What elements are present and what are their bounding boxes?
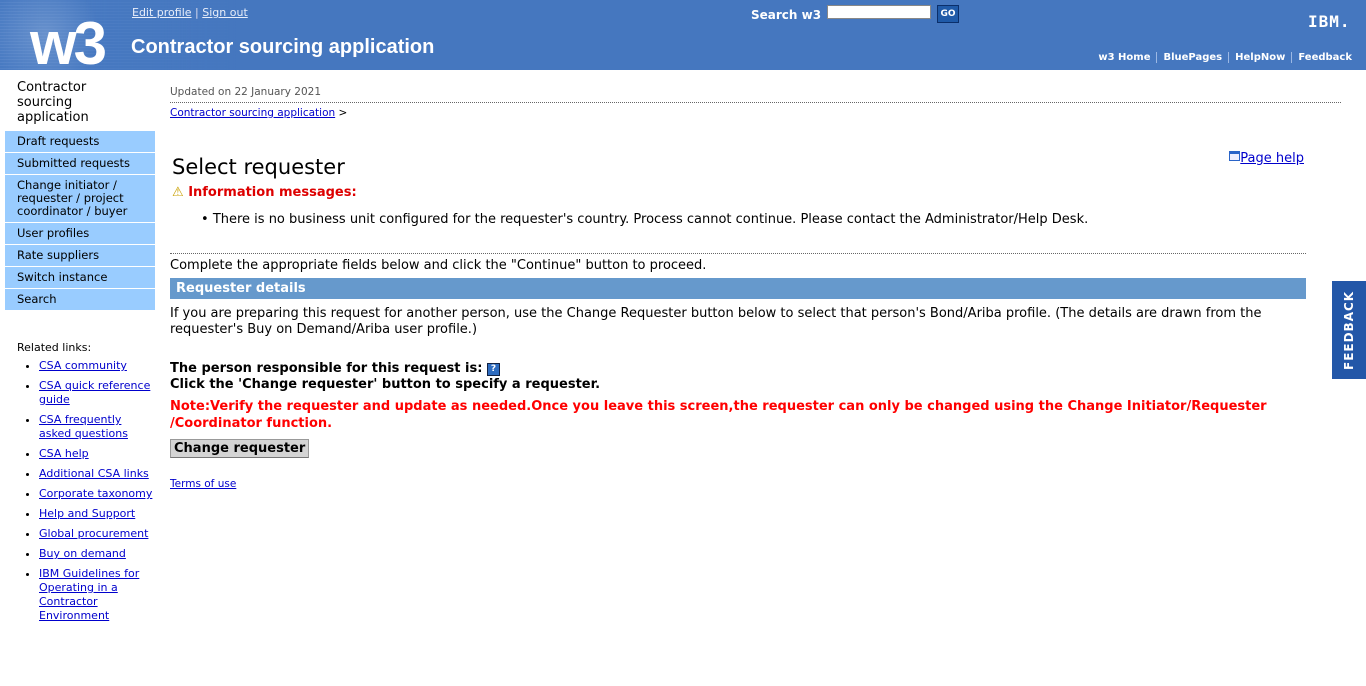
- nav-feedback[interactable]: Feedback: [1291, 52, 1358, 63]
- feedback-tab[interactable]: FEEDBACK: [1332, 281, 1366, 379]
- sign-out-link[interactable]: Sign out: [202, 6, 248, 19]
- masthead-nav: w3 Home BluePages HelpNow Feedback: [1092, 52, 1358, 63]
- information-messages-header: ⚠ Information messages:: [172, 185, 1341, 200]
- breadcrumb-separator: >: [338, 107, 348, 119]
- search-input[interactable]: [827, 5, 932, 19]
- breadcrumb-link[interactable]: Contractor sourcing application: [170, 107, 335, 119]
- profile-links: Edit profile | Sign out: [132, 6, 248, 19]
- updated-date: Updated on 22 January 2021: [170, 86, 322, 98]
- nav-w3-home[interactable]: w3 Home: [1092, 52, 1156, 63]
- breadcrumb: Contractor sourcing application >: [170, 107, 1341, 119]
- nav-helpnow[interactable]: HelpNow: [1228, 52, 1291, 63]
- related-links-title: Related links:: [17, 341, 92, 354]
- sidebar-item-switch-instance[interactable]: Switch instance: [5, 267, 155, 289]
- divider: [170, 102, 1341, 103]
- related-link[interactable]: Help and Support: [39, 507, 135, 520]
- change-requester-button[interactable]: Change requester: [170, 439, 310, 458]
- sidebar-item-draft-requests[interactable]: Draft requests: [5, 131, 155, 153]
- edit-profile-link[interactable]: Edit profile: [132, 6, 192, 19]
- sidebar-item-change-initiator[interactable]: Change initiator / requester / project c…: [5, 175, 155, 223]
- w3-logo[interactable]: w3: [30, 14, 107, 71]
- related-link[interactable]: Corporate taxonomy: [39, 487, 152, 500]
- sidebar-item-rate-suppliers[interactable]: Rate suppliers: [5, 245, 155, 267]
- ibm-logo[interactable]: IBM.: [1308, 12, 1351, 31]
- information-message: • There is no business unit configured f…: [201, 212, 1089, 227]
- responsible-person: The person responsible for this request …: [170, 361, 1341, 393]
- related-links: Related links: CSA community CSA quick r…: [5, 341, 155, 623]
- app-title: Contractor sourcing application: [131, 36, 435, 58]
- search-label: Search w3: [751, 8, 822, 22]
- page-help[interactable]: Page help: [1229, 151, 1304, 166]
- divider: [170, 253, 1306, 254]
- sidebar-item-search[interactable]: Search: [5, 289, 155, 311]
- related-link[interactable]: CSA quick reference guide: [39, 379, 150, 406]
- related-link[interactable]: CSA community: [39, 359, 127, 372]
- nav-bluepages[interactable]: BluePages: [1156, 52, 1228, 63]
- window-icon: [1229, 151, 1241, 161]
- change-instruction: Click the 'Change requester' button to s…: [170, 377, 601, 392]
- note-warning: Note:Verify the requester and update as …: [170, 399, 1267, 431]
- left-navigation: Contractor sourcing application Draft re…: [5, 80, 155, 629]
- related-link[interactable]: Buy on demand: [39, 547, 126, 560]
- related-link[interactable]: Additional CSA links: [39, 467, 149, 480]
- sidebar-title[interactable]: Contractor sourcing application: [5, 80, 155, 125]
- go-button[interactable]: GO: [937, 5, 960, 23]
- main-content: Updated on 22 January 2021 Contractor so…: [170, 86, 1341, 490]
- masthead: w3 Edit profile | Sign out Contractor so…: [0, 0, 1366, 70]
- terms-of-use-link[interactable]: Terms of use: [170, 478, 236, 490]
- related-link[interactable]: Global procurement: [39, 527, 148, 540]
- message-text: There is no business unit configured for…: [212, 212, 1089, 227]
- related-link[interactable]: CSA help: [39, 447, 89, 460]
- sidebar-item-submitted-requests[interactable]: Submitted requests: [5, 153, 155, 175]
- related-link[interactable]: IBM Guidelines for Operating in a Contra…: [39, 567, 139, 622]
- page-help-link[interactable]: Page help: [1240, 151, 1304, 166]
- search-w3: Search w3 GO: [751, 5, 960, 23]
- warning-icon: ⚠: [172, 185, 184, 200]
- related-link[interactable]: CSA frequently asked questions: [39, 413, 128, 440]
- responsible-label: The person responsible for this request …: [170, 361, 483, 376]
- separator: |: [195, 6, 199, 19]
- instructions: Complete the appropriate fields below an…: [170, 258, 707, 273]
- sidebar-item-user-profiles[interactable]: User profiles: [5, 223, 155, 245]
- section-header: Requester details: [170, 278, 1306, 299]
- info-header-text: Information messages:: [188, 185, 357, 200]
- page-title: Select requester: [172, 155, 345, 179]
- section-description: If you are preparing this request for an…: [170, 306, 1262, 337]
- help-icon[interactable]: ?: [486, 363, 500, 376]
